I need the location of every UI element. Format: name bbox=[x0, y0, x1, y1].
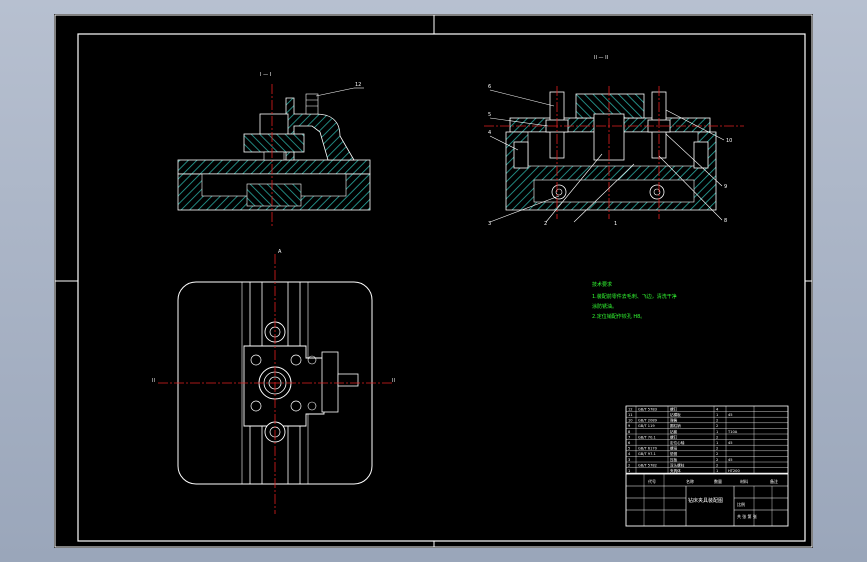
bom-cell: 螺钉 bbox=[670, 434, 678, 439]
title-block[interactable]: 代号 名称 数量 材料 备注 钻床夹具装配图 比例 共 张 第 张 bbox=[625, 473, 789, 527]
section-mark-right: II bbox=[392, 378, 395, 384]
bom-cell: 7 bbox=[628, 435, 630, 439]
bom-cell: GB/T 5783 bbox=[638, 407, 657, 411]
clamp-screw bbox=[305, 93, 319, 115]
bom-cell: 2 bbox=[716, 447, 718, 451]
base-block bbox=[246, 183, 302, 207]
callout-9: 9 bbox=[724, 184, 727, 190]
drawing-svg: I — I 12 II — II 6 5 4 3 2 10 9 8 1 A II… bbox=[54, 14, 813, 548]
bom-cell: 垫圈 bbox=[670, 451, 678, 456]
bom-cell: 2 bbox=[716, 419, 718, 423]
bom-cell: 弹簧 bbox=[670, 418, 678, 423]
bom-cell: 8 bbox=[628, 430, 631, 434]
callout-12: 12 bbox=[355, 82, 361, 88]
side-section-view[interactable]: II — II 6 5 4 3 2 10 9 8 1 bbox=[484, 55, 744, 227]
callout-3: 3 bbox=[488, 221, 491, 227]
callout-5: 5 bbox=[488, 112, 491, 118]
bom-cell: GB/T 6170 bbox=[638, 447, 658, 451]
pin-right bbox=[649, 184, 665, 200]
bom-cell: GB/T 70.1 bbox=[638, 435, 656, 439]
notes-line-3: 2.定位销配作铰孔 H8。 bbox=[592, 313, 645, 320]
bom-cell: 1 bbox=[716, 441, 718, 445]
bom-cell: 2 bbox=[716, 458, 718, 462]
bom-cell: 1 bbox=[628, 469, 630, 473]
bom-cell: GB/T 119 bbox=[638, 424, 655, 428]
bom-cell: 3 bbox=[628, 458, 630, 462]
bom-cell: GB/T 97.1 bbox=[638, 452, 656, 456]
bom-cell: 压板 bbox=[670, 457, 678, 462]
bom-cell: 1 bbox=[716, 469, 718, 473]
bom-cell: 2 bbox=[628, 463, 630, 467]
bom-cell: 螺母 bbox=[670, 446, 678, 451]
callout-1: 1 bbox=[614, 221, 617, 227]
workpiece bbox=[243, 133, 305, 153]
base-upper bbox=[177, 159, 371, 175]
bom-cell: 6 bbox=[628, 441, 631, 445]
bom-cell: 9 bbox=[628, 424, 631, 428]
bom-cell: 2 bbox=[716, 424, 718, 428]
bom-cell: 11 bbox=[628, 413, 633, 417]
drawing-title: 钻床夹具装配图 bbox=[688, 497, 723, 504]
bom-cell: 螺钉 bbox=[670, 406, 678, 411]
bolt-right bbox=[693, 141, 709, 169]
bom-cell: 45 bbox=[728, 458, 733, 462]
bom-cell: 双头螺柱 bbox=[670, 462, 685, 467]
bom-cell: 钻模板 bbox=[670, 412, 681, 417]
bom-cell: 圆柱销 bbox=[670, 423, 681, 428]
bom-cell: 5 bbox=[628, 447, 630, 451]
bom-cell: 2 bbox=[716, 452, 718, 456]
bom-cell: 夹具体 bbox=[670, 468, 681, 473]
side-view-label: II — II bbox=[594, 55, 608, 61]
notes-line-2: 涂防锈油。 bbox=[592, 303, 617, 310]
sheet-border bbox=[54, 14, 813, 548]
sheet-label: 共 张 第 张 bbox=[737, 513, 757, 519]
bom-cell: 4 bbox=[716, 407, 719, 411]
title-code-label: 代号 bbox=[648, 478, 656, 484]
front-section-view[interactable]: I — I 12 bbox=[177, 72, 371, 226]
pin-left bbox=[551, 184, 567, 200]
callout-2: 2 bbox=[544, 221, 547, 227]
section-mark-left: II bbox=[152, 378, 155, 384]
callout-leader-12 bbox=[315, 87, 355, 97]
notes-heading: 技术要求 bbox=[592, 281, 612, 288]
bom-cell: 2 bbox=[716, 463, 718, 467]
bolt-left bbox=[513, 141, 529, 169]
post-base bbox=[263, 151, 285, 161]
bom-cell: GB/T 5782 bbox=[638, 463, 657, 467]
plan-side-lug bbox=[321, 351, 339, 413]
front-view-label: I — I bbox=[260, 72, 271, 78]
callout-6: 6 bbox=[488, 84, 491, 90]
title-remark-label: 备注 bbox=[770, 478, 778, 484]
callout-10: 10 bbox=[726, 138, 732, 144]
plan-view[interactable]: A II II bbox=[152, 249, 395, 514]
notes-line-1: 1.装配前零件去毛刺、飞边，清洗干净 bbox=[592, 293, 677, 300]
bom-cell: 12 bbox=[628, 407, 633, 411]
section-mark-top: A bbox=[278, 249, 282, 255]
bom-cell: T10A bbox=[727, 430, 738, 434]
bom-cell: GB/T 2089 bbox=[638, 419, 658, 423]
title-name-label: 名称 bbox=[686, 478, 694, 484]
callout-4: 4 bbox=[488, 130, 491, 136]
bom-cell: 1 bbox=[716, 413, 718, 417]
callout-8: 8 bbox=[724, 218, 727, 224]
bom-cell: 定位心轴 bbox=[670, 440, 685, 445]
bom-table[interactable]: 12 GB/T 5783 螺钉 411 钻模板 1 4510 GB/T 2089 弹簧 29 GB/… bbox=[625, 405, 789, 474]
title-qty-label: 数量 bbox=[714, 478, 722, 484]
drawing-canvas[interactable]: I — I 12 II — II 6 5 4 3 2 10 9 8 1 A II… bbox=[54, 14, 813, 548]
title-material-label: 材料 bbox=[740, 478, 748, 484]
bom-cell: 2 bbox=[716, 435, 718, 439]
scale-label: 比例 bbox=[737, 501, 745, 507]
drawing-frame bbox=[77, 33, 806, 542]
bom-cell: 45 bbox=[728, 413, 733, 417]
bom-cell: 1 bbox=[716, 430, 718, 434]
bom-cell: HT200 bbox=[728, 469, 740, 473]
bom-cell: 钻套 bbox=[670, 429, 678, 434]
technical-notes: 技术要求 1.装配前零件去毛刺、飞边，清洗干净 涂防锈油。 2.定位销配作铰孔 … bbox=[592, 281, 677, 320]
plan-screw-stub bbox=[337, 373, 359, 387]
bom-cell: 45 bbox=[728, 441, 733, 445]
bom-cell: 10 bbox=[628, 419, 633, 423]
bom-cell: 4 bbox=[628, 452, 631, 456]
